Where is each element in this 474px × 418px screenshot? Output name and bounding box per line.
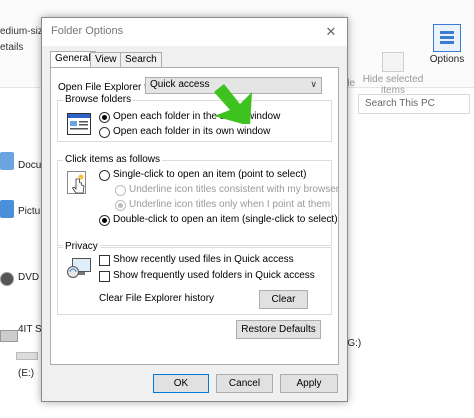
documents-folder-icon xyxy=(0,152,14,170)
list-item-e-drive[interactable]: (E:) xyxy=(18,368,34,379)
ok-button[interactable]: OK xyxy=(153,374,209,393)
ribbon-left-fragments: edium-siz etails xyxy=(0,26,43,58)
drive-capacity-bar xyxy=(16,352,38,360)
apply-button[interactable]: Apply xyxy=(280,374,338,393)
options-button[interactable]: Options xyxy=(428,24,466,65)
radio-same-window[interactable] xyxy=(99,112,110,123)
list-item-4it[interactable]: 4IT S xyxy=(18,324,42,335)
radio-underline-browser[interactable] xyxy=(115,185,126,196)
close-icon[interactable]: ✕ xyxy=(319,20,343,44)
clear-history-label: Clear File Explorer history xyxy=(99,293,215,304)
privacy-computer-icon xyxy=(67,258,91,278)
cancel-button[interactable]: Cancel xyxy=(216,374,273,393)
open-to-value: Quick access xyxy=(150,79,210,90)
search-input[interactable]: Search This PC xyxy=(358,94,470,114)
layout-fragment-details[interactable]: etails xyxy=(0,42,43,58)
green-arrow-cursor-icon xyxy=(214,84,252,124)
list-item-dvd[interactable]: DVD xyxy=(18,272,39,283)
layout-fragment-medium[interactable]: edium-siz xyxy=(0,26,43,42)
dvd-drive-icon xyxy=(0,272,14,286)
pictures-folder-icon xyxy=(0,200,14,218)
search-placeholder: Search This PC xyxy=(365,98,435,109)
list-item-documents[interactable]: Docu xyxy=(18,160,41,171)
restore-defaults-button[interactable]: Restore Defaults xyxy=(236,320,321,339)
clear-history-button[interactable]: Clear xyxy=(259,290,308,309)
double-click-label[interactable]: Double-click to open an item (single-cli… xyxy=(113,214,338,225)
checkbox-frequent-folders[interactable] xyxy=(99,271,110,282)
checkbox-recent-files[interactable] xyxy=(99,255,110,266)
radio-underline-point[interactable] xyxy=(115,200,126,211)
recent-files-label[interactable]: Show recently used files in Quick access xyxy=(113,254,294,265)
browse-folders-title: Browse folders xyxy=(63,94,134,105)
single-click-label[interactable]: Single-click to open an item (point to s… xyxy=(113,169,306,180)
radio-own-window[interactable] xyxy=(99,127,110,138)
click-items-title: Click items as follows xyxy=(63,154,163,165)
tab-general[interactable]: General xyxy=(50,51,96,68)
hide-selected-label: Hide selected items xyxy=(362,74,424,96)
chevron-down-icon: ∨ xyxy=(310,79,317,89)
hide-selected-items-button[interactable]: Hide selected items xyxy=(362,52,424,96)
underline-point-label[interactable]: Underline icon titles only when I point … xyxy=(129,199,330,210)
usb-drive-icon xyxy=(0,330,18,342)
frequent-folders-label[interactable]: Show frequently used folders in Quick ac… xyxy=(113,270,315,281)
browse-window-icon xyxy=(67,113,91,135)
open-to-label: Open File Explorer to: xyxy=(58,82,156,93)
dialog-title: Folder Options xyxy=(51,25,124,37)
tab-search[interactable]: Search xyxy=(120,52,162,67)
hide-selected-icon xyxy=(382,52,404,72)
list-item-pictures[interactable]: Pictu xyxy=(18,206,40,217)
underline-browser-label[interactable]: Underline icon titles consistent with my… xyxy=(129,184,339,195)
click-hand-icon xyxy=(67,171,86,194)
options-icon xyxy=(433,24,461,52)
radio-double-click[interactable] xyxy=(99,215,110,226)
tab-view[interactable]: View xyxy=(90,52,122,67)
dialog-titlebar[interactable]: Folder Options ✕ xyxy=(42,18,347,46)
radio-single-click[interactable] xyxy=(99,170,110,181)
folder-options-dialog: Folder Options ✕ General View Search Ope… xyxy=(41,17,348,402)
own-window-label[interactable]: Open each folder in its own window xyxy=(113,126,270,137)
privacy-title: Privacy xyxy=(63,241,100,252)
options-label: Options xyxy=(429,54,465,65)
